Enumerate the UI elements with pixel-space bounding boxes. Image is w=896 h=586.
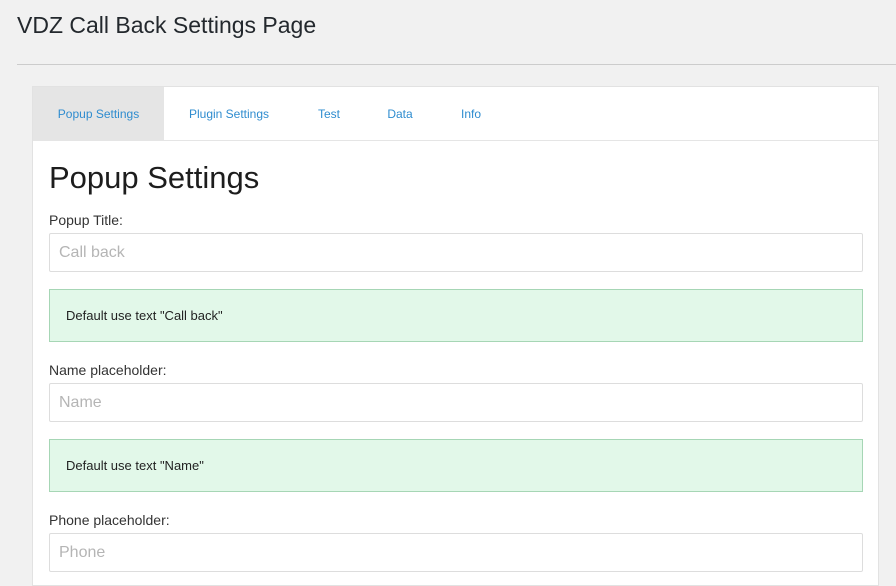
section-title: Popup Settings: [49, 160, 260, 195]
popup-title-label: Popup Title:: [49, 212, 123, 228]
name-placeholder-hint: Default use text "Name": [49, 439, 863, 492]
popup-title-hint: Default use text "Call back": [49, 289, 863, 342]
popup-title-input[interactable]: [49, 233, 863, 272]
popup-title-hint-text: Default use text "Call back": [66, 308, 223, 323]
phone-placeholder-label: Phone placeholder:: [49, 512, 170, 528]
settings-panel: Popup Settings Plugin Settings Test Data…: [32, 86, 879, 586]
phone-placeholder-input[interactable]: [49, 533, 863, 572]
name-placeholder-label: Name placeholder:: [49, 362, 167, 378]
tab-content: Popup Settings Popup Title: Default use …: [33, 141, 878, 572]
tab-data[interactable]: Data: [364, 87, 436, 140]
tab-plugin-settings[interactable]: Plugin Settings: [164, 87, 294, 140]
page-title: VDZ Call Back Settings Page: [17, 12, 317, 38]
title-divider: [17, 64, 896, 65]
tab-info[interactable]: Info: [436, 87, 506, 140]
tab-test[interactable]: Test: [294, 87, 364, 140]
tab-bar: Popup Settings Plugin Settings Test Data…: [33, 87, 878, 141]
name-placeholder-hint-text: Default use text "Name": [66, 458, 204, 473]
name-placeholder-input[interactable]: [49, 383, 863, 422]
tab-popup-settings[interactable]: Popup Settings: [33, 87, 164, 140]
